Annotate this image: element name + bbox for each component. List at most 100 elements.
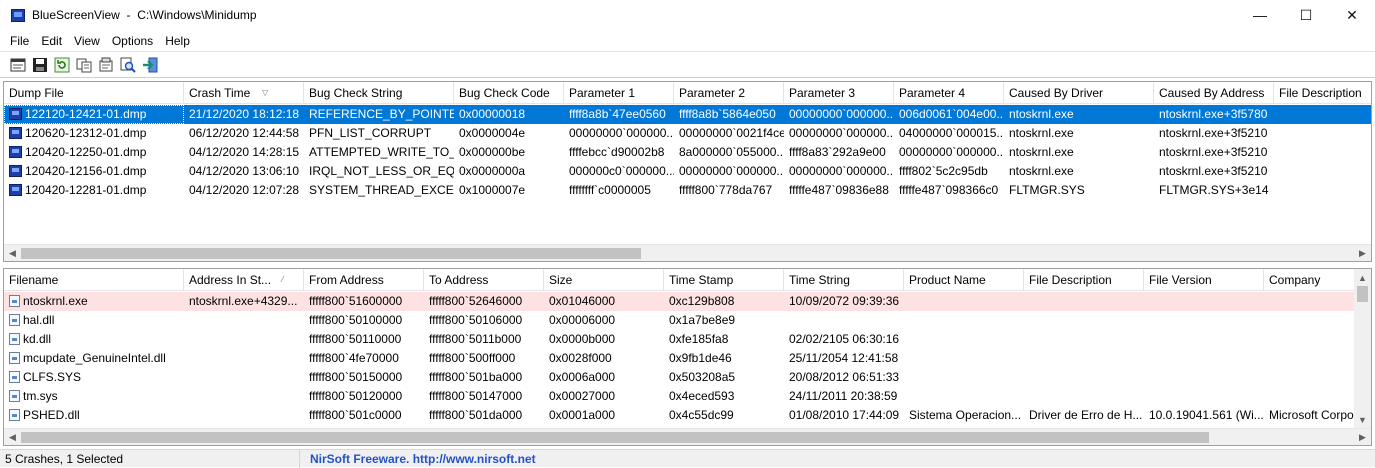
column-header[interactable]: Filename	[4, 269, 184, 291]
cell	[184, 387, 304, 406]
scroll-thumb[interactable]	[21, 432, 1209, 443]
search-icon[interactable]	[119, 56, 137, 74]
cell	[1024, 349, 1144, 368]
html-report-icon[interactable]	[9, 56, 27, 74]
cell: 0x000000be	[459, 145, 526, 159]
menu-options[interactable]: Options	[106, 34, 159, 48]
scroll-down-icon[interactable]: ▼	[1354, 411, 1371, 428]
cell: ffffffff`c0000005	[569, 183, 651, 197]
crash-list[interactable]: Dump File Crash Time ▽ Bug Check String B…	[3, 81, 1372, 262]
title-bar: BlueScreenView - C:\Windows\Minidump — ☐…	[0, 0, 1375, 30]
scroll-up-icon[interactable]: ▲	[1354, 269, 1371, 286]
cell	[1024, 292, 1144, 311]
column-header[interactable]: Product Name	[904, 269, 1024, 291]
cell: 10.0.19041.561 (Wi...	[1149, 408, 1264, 422]
column-header[interactable]: Bug Check Code	[454, 82, 564, 104]
column-header[interactable]: File Description	[1024, 269, 1144, 291]
cell: 0x0028f000	[549, 351, 612, 365]
scroll-right-icon[interactable]: ▶	[1354, 245, 1371, 261]
column-header[interactable]: Parameter 3	[784, 82, 894, 104]
cell: 0x4eced593	[669, 389, 735, 403]
exit-icon[interactable]	[141, 56, 159, 74]
menu-edit[interactable]: Edit	[35, 34, 68, 48]
scroll-right-icon[interactable]: ▶	[1354, 429, 1371, 445]
cell	[904, 387, 1024, 406]
crash-row[interactable]: 120620-12312-01.dmp 06/12/2020 12:44:58 …	[4, 124, 1371, 143]
cell: 02/02/2105 06:30:16	[789, 332, 900, 346]
cell: ntoskrnl.exe	[1009, 164, 1074, 178]
nirsoft-link[interactable]: NirSoft Freeware. http://www.nirsoft.net	[300, 452, 536, 466]
save-icon[interactable]	[31, 56, 49, 74]
cell: ntoskrnl.exe+3f5210	[1159, 164, 1268, 178]
column-header-sorted[interactable]: Crash Time ▽	[184, 82, 304, 104]
copy-icon[interactable]	[75, 56, 93, 74]
scroll-thumb[interactable]	[21, 248, 641, 259]
column-header[interactable]: Bug Check String	[304, 82, 454, 104]
dump-file-cell: 120420-12250-01.dmp	[4, 143, 184, 162]
dump-file-icon	[9, 184, 22, 196]
driver-list-hscrollbar[interactable]: ◀ ▶	[4, 428, 1371, 445]
column-header[interactable]: Caused By Address	[1154, 82, 1274, 104]
driver-list-vscrollbar[interactable]: ▲ ▼	[1354, 269, 1371, 428]
scroll-left-icon[interactable]: ◀	[4, 429, 21, 445]
cell: 000000c0`000000...	[569, 164, 674, 178]
driver-row[interactable]: tm.sys fffff800`50120000 fffff800`501470…	[4, 387, 1356, 406]
cell: 00000000`000000...	[789, 107, 894, 121]
column-header[interactable]: To Address	[424, 269, 544, 291]
column-header[interactable]: Parameter 4	[894, 82, 1004, 104]
column-header[interactable]: Dump File	[4, 82, 184, 104]
cell: 20/08/2012 06:51:33	[789, 370, 900, 384]
cell	[1144, 292, 1264, 311]
column-header[interactable]: Time String	[784, 269, 904, 291]
driver-row-flagged[interactable]: ntoskrnl.exe ntoskrnl.exe+4329... fffff8…	[4, 292, 1356, 311]
driver-row[interactable]: kd.dll fffff800`50110000 fffff800`5011b0…	[4, 330, 1356, 349]
cell: fffff800`5011b000	[429, 332, 522, 346]
cell: fffff800`778da767	[679, 183, 773, 197]
menu-file[interactable]: File	[4, 34, 35, 48]
crash-row-selected[interactable]: 122120-12421-01.dmp 21/12/2020 18:12:18 …	[4, 105, 1371, 124]
close-button[interactable]: ✕	[1329, 0, 1375, 30]
column-header[interactable]: Company	[1264, 269, 1356, 291]
cell: 00000000`000000...	[789, 126, 894, 140]
crash-row[interactable]: 120420-12156-01.dmp 04/12/2020 13:06:10 …	[4, 162, 1371, 181]
column-header[interactable]: Parameter 2	[674, 82, 784, 104]
driver-row[interactable]: mcupdate_GenuineIntel.dll fffff800`4fe70…	[4, 349, 1356, 368]
cell	[1264, 387, 1356, 406]
crash-list-hscrollbar[interactable]: ◀ ▶	[4, 244, 1371, 261]
minimize-button[interactable]: —	[1237, 0, 1283, 30]
menu-help[interactable]: Help	[159, 34, 196, 48]
crash-row[interactable]: 120420-12250-01.dmp 04/12/2020 14:28:15 …	[4, 143, 1371, 162]
column-header[interactable]: File Version	[1144, 269, 1264, 291]
cell	[904, 311, 1024, 330]
column-header[interactable]: Parameter 1	[564, 82, 674, 104]
column-header[interactable]: Caused By Driver	[1004, 82, 1154, 104]
driver-row[interactable]: CLFS.SYS fffff800`50150000 fffff800`501b…	[4, 368, 1356, 387]
cell: fffff800`500ff000	[429, 351, 516, 365]
cell: 0x0000000a	[459, 164, 526, 178]
driver-row[interactable]: hal.dll fffff800`50100000 fffff800`50106…	[4, 311, 1356, 330]
scroll-left-icon[interactable]: ◀	[4, 245, 21, 261]
file-icon	[9, 371, 20, 383]
maximize-button[interactable]: ☐	[1283, 0, 1329, 30]
properties-icon[interactable]	[97, 56, 115, 74]
cell: fffff800`50110000	[309, 332, 402, 346]
file-icon	[9, 314, 20, 326]
refresh-icon[interactable]	[53, 56, 71, 74]
cell: fffff800`50150000	[309, 370, 403, 384]
driver-list[interactable]: Filename Address In St... ⁄ From Address …	[3, 268, 1372, 446]
menu-view[interactable]: View	[68, 34, 106, 48]
column-header-sorted[interactable]: Address In St... ⁄	[184, 269, 304, 291]
scroll-thumb[interactable]	[1357, 286, 1368, 302]
cell: REFERENCE_BY_POINTER	[309, 107, 454, 121]
crash-row[interactable]: 120420-12281-01.dmp 04/12/2020 12:07:28 …	[4, 181, 1371, 200]
cell: ffff8a8b`47ee0560	[569, 107, 666, 121]
column-header[interactable]: Size	[544, 269, 664, 291]
driver-row[interactable]: PSHED.dll fffff800`501c0000 fffff800`501…	[4, 406, 1356, 425]
column-header[interactable]: Time Stamp	[664, 269, 784, 291]
status-summary: 5 Crashes, 1 Selected	[0, 449, 300, 468]
app-icon	[11, 8, 25, 22]
column-header[interactable]: File Description	[1274, 82, 1371, 104]
column-header[interactable]: From Address	[304, 269, 424, 291]
cell: ffff8a83`292a9e00	[789, 145, 886, 159]
cell: 04/12/2020 13:06:10	[189, 164, 300, 178]
